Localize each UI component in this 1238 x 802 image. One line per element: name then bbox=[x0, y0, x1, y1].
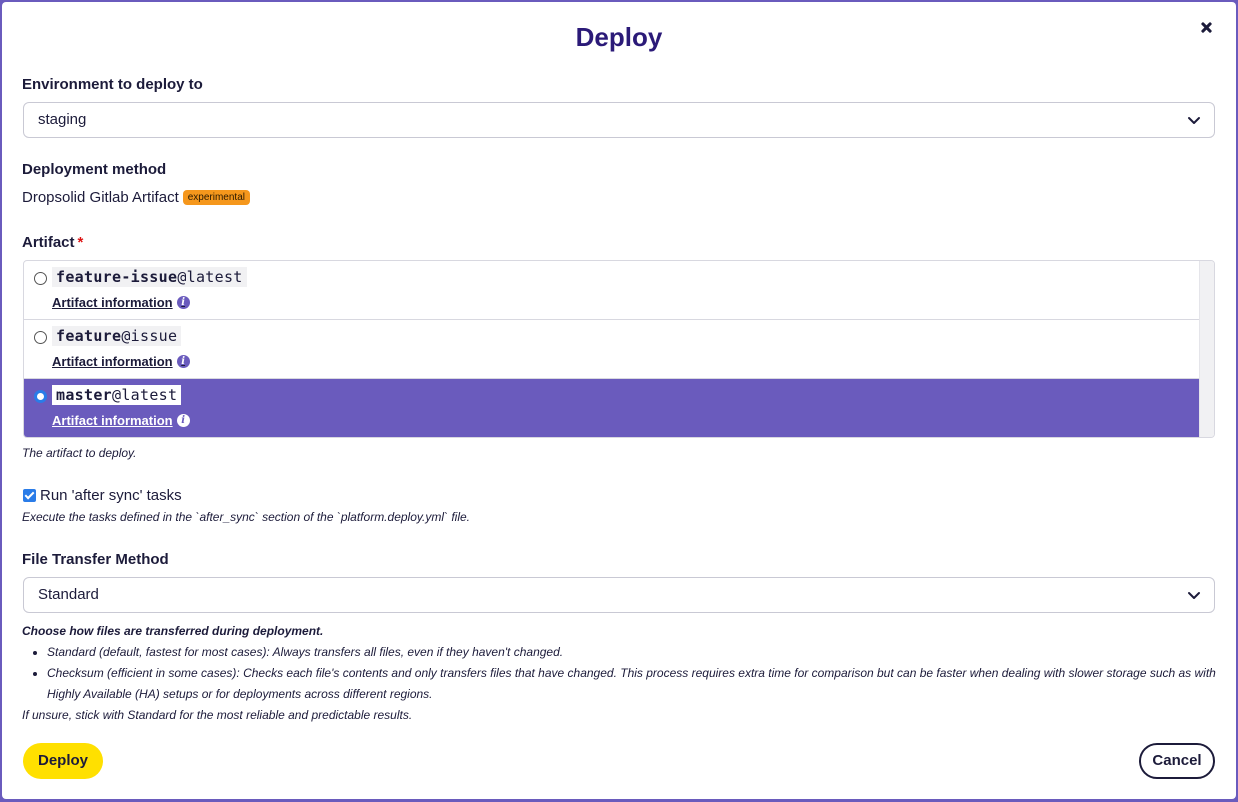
chevron-down-icon bbox=[1186, 112, 1202, 128]
after-sync-checkbox[interactable] bbox=[23, 489, 36, 502]
artifact-option-selected[interactable]: master@latest Artifact information i bbox=[24, 379, 1200, 437]
info-icon[interactable]: i bbox=[176, 296, 190, 309]
artifact-radio-selected[interactable] bbox=[34, 390, 47, 403]
info-icon[interactable]: i bbox=[176, 414, 190, 427]
file-transfer-help-list: Standard (default, fastest for most case… bbox=[47, 642, 1217, 705]
artifact-list: feature-issue@latest Artifact informatio… bbox=[23, 260, 1215, 438]
deployment-method-value: Dropsolid Gitlab Artifact bbox=[22, 189, 179, 206]
artifact-suffix: @latest bbox=[177, 268, 243, 286]
artifact-suffix: @issue bbox=[121, 327, 178, 345]
close-icon[interactable] bbox=[1196, 18, 1216, 38]
artifact-info-label: Artifact information bbox=[52, 413, 173, 428]
file-transfer-select[interactable]: Standard bbox=[23, 577, 1215, 613]
deployment-method: Dropsolid Gitlab Artifact experimental bbox=[22, 189, 250, 206]
file-transfer-value: Standard bbox=[38, 586, 99, 603]
dialog-title: Deploy bbox=[575, 22, 663, 52]
artifact-label-text: Artifact bbox=[22, 234, 75, 251]
artifact-info-link[interactable]: Artifact information i bbox=[52, 413, 190, 428]
file-transfer-help-lead: Choose how files are transferred during … bbox=[22, 624, 324, 638]
artifact-info-label: Artifact information bbox=[52, 354, 173, 369]
experimental-badge: experimental bbox=[182, 190, 250, 205]
artifact-name: feature bbox=[56, 327, 122, 345]
artifact-ref: master@latest bbox=[52, 385, 182, 405]
environment-label: Environment to deploy to bbox=[22, 76, 203, 93]
after-sync-row[interactable]: Run 'after sync' tasks bbox=[23, 487, 182, 504]
cancel-button[interactable]: Cancel bbox=[1139, 743, 1215, 779]
environment-value: staging bbox=[38, 111, 87, 128]
artifact-info-label: Artifact information bbox=[52, 295, 173, 310]
after-sync-help: Execute the tasks defined in the `after_… bbox=[22, 510, 470, 524]
artifact-option[interactable]: feature-issue@latest Artifact informatio… bbox=[24, 261, 1200, 320]
artifact-name: master bbox=[56, 386, 112, 404]
file-transfer-help-footer: If unsure, stick with Standard for the m… bbox=[22, 708, 413, 722]
after-sync-label: Run 'after sync' tasks bbox=[40, 487, 182, 504]
file-transfer-help-item: Standard (default, fastest for most case… bbox=[47, 642, 1217, 663]
artifact-radio[interactable] bbox=[34, 331, 47, 344]
file-transfer-label: File Transfer Method bbox=[22, 551, 169, 568]
required-mark: * bbox=[77, 234, 84, 251]
artifact-ref: feature-issue@latest bbox=[52, 267, 247, 287]
artifact-suffix: @latest bbox=[112, 386, 178, 404]
file-transfer-help-item: Checksum (efficient in some cases): Chec… bbox=[47, 663, 1217, 705]
file-transfer-help: Choose how files are transferred during … bbox=[22, 621, 1217, 726]
environment-select[interactable]: staging bbox=[23, 102, 1215, 138]
artifact-name: feature-issue bbox=[56, 268, 178, 286]
artifact-option[interactable]: feature@issue Artifact information i bbox=[24, 320, 1200, 379]
artifact-label: Artifact * bbox=[22, 234, 83, 251]
info-icon[interactable]: i bbox=[176, 355, 190, 368]
artifact-info-link[interactable]: Artifact information i bbox=[52, 354, 190, 369]
artifact-list-scrollbar[interactable] bbox=[1199, 261, 1214, 437]
chevron-down-icon bbox=[1186, 587, 1202, 603]
deploy-dialog: Deploy Environment to deploy to staging … bbox=[2, 2, 1236, 799]
artifact-help: The artifact to deploy. bbox=[22, 446, 137, 460]
deployment-method-label: Deployment method bbox=[22, 161, 167, 178]
artifact-ref: feature@issue bbox=[52, 326, 182, 346]
artifact-info-link[interactable]: Artifact information i bbox=[52, 295, 190, 310]
deploy-button[interactable]: Deploy bbox=[23, 743, 103, 779]
artifact-radio[interactable] bbox=[34, 272, 47, 285]
